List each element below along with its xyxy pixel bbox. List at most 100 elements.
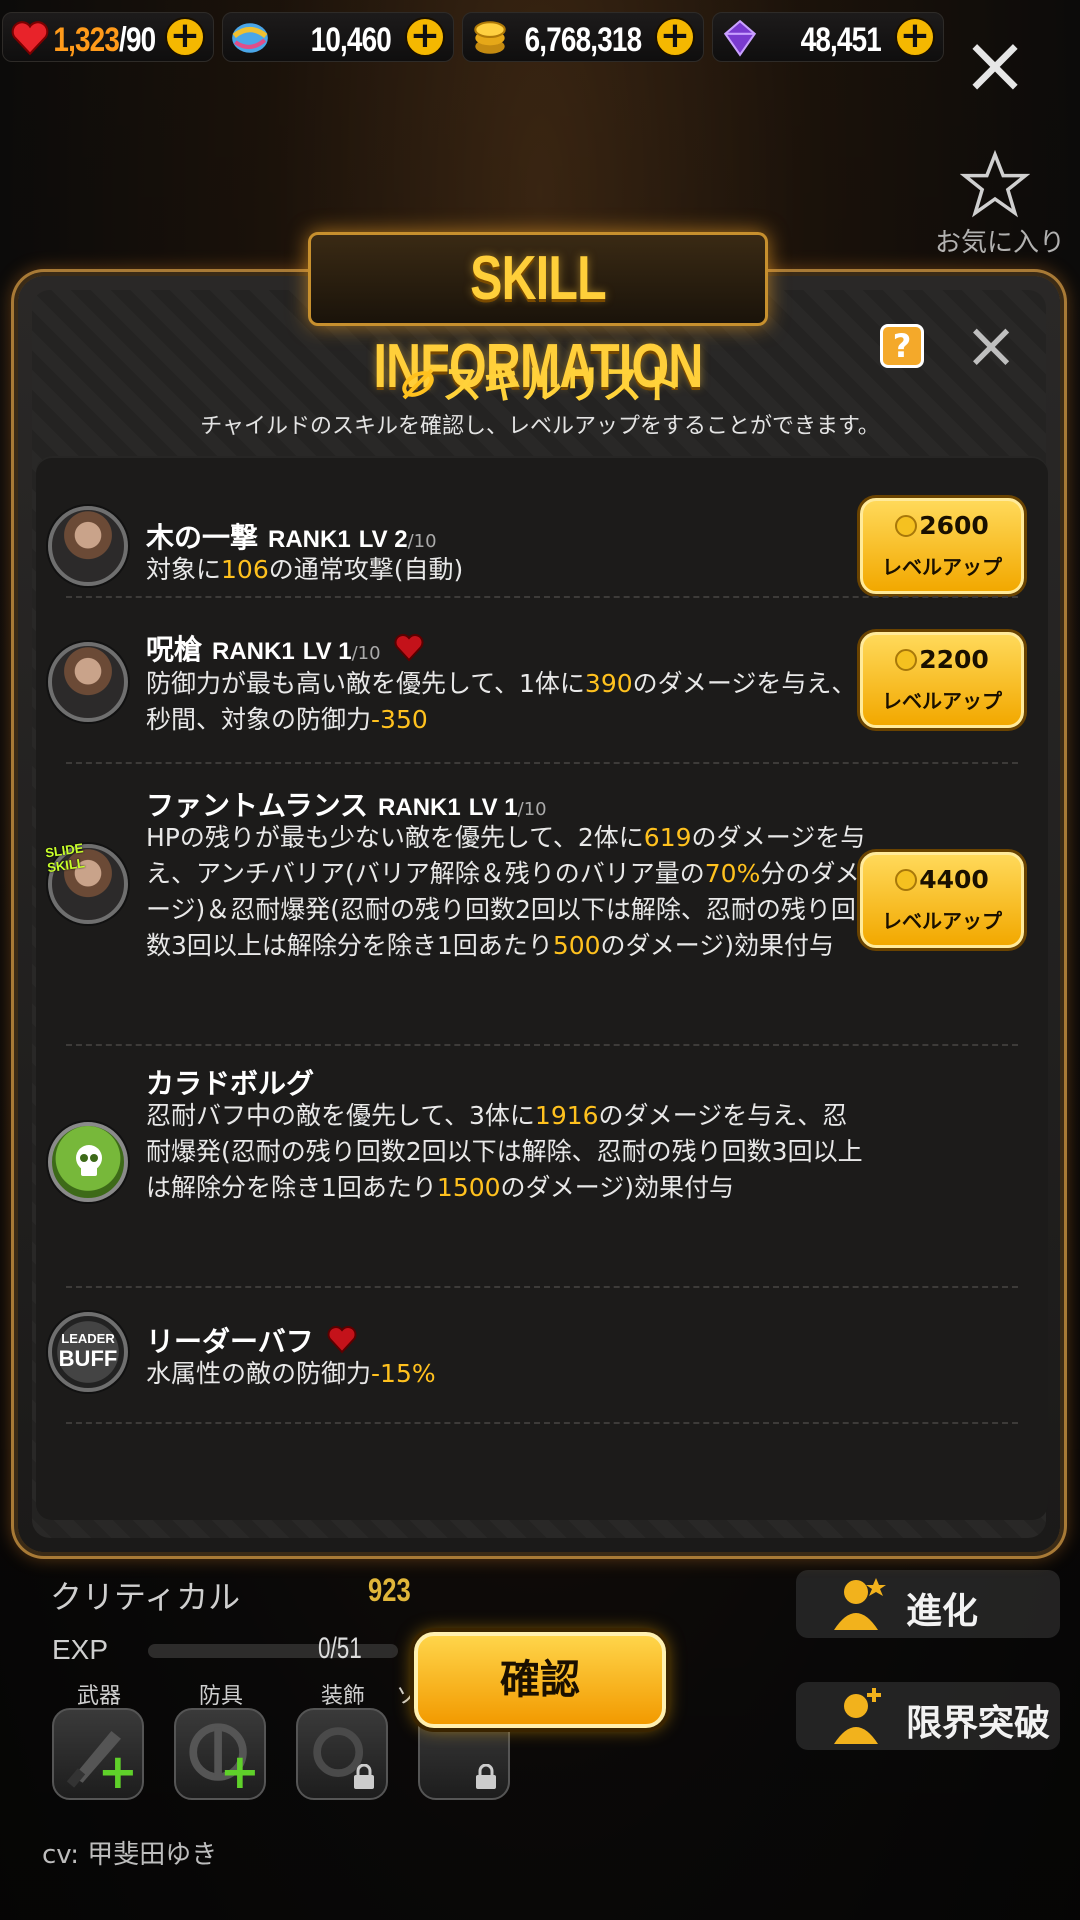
skill-rank: RANK1 bbox=[378, 794, 461, 821]
skill-level-max: /10 bbox=[351, 643, 381, 664]
coin-icon bbox=[895, 649, 918, 671]
stamina-value: 1,323 bbox=[53, 21, 119, 59]
crystal-counter: 48,451 + bbox=[712, 12, 944, 62]
weapon-slot[interactable]: + bbox=[52, 1708, 144, 1800]
divider bbox=[66, 1044, 1018, 1046]
add-gold-button[interactable]: + bbox=[655, 17, 695, 57]
skill-row: 呪槍 RANK1 LV 1/10 防御力が最も高い敵を優先して、1体に390のダメー… bbox=[36, 606, 1048, 756]
crystal-value: 48,451 bbox=[800, 21, 882, 59]
purple-crystal-icon bbox=[723, 19, 757, 57]
equip-label-weapon: 武器 bbox=[76, 1684, 121, 1709]
leader-text: LEADER bbox=[61, 1331, 115, 1346]
skill-rank: RANK1 bbox=[268, 526, 351, 553]
skill-rank: RANK1 bbox=[212, 638, 295, 665]
character-avatar bbox=[48, 506, 128, 586]
skill-list-description: チャイルドのスキルを確認し、レベルアップをすることができます。 bbox=[200, 414, 880, 439]
skill-emblem-icon bbox=[402, 368, 434, 400]
coin-icon bbox=[895, 869, 918, 891]
character-plus-icon bbox=[834, 1688, 881, 1744]
skill-description: 防御力が最も高い敵を優先して、1体に390のダメージを与え、8秒間、対象の防御力… bbox=[146, 669, 872, 734]
heart-icon bbox=[11, 21, 49, 56]
divider bbox=[66, 596, 1018, 598]
heart-attribute-icon bbox=[394, 634, 424, 662]
rainbow-gem-icon bbox=[232, 23, 268, 53]
level-up-button[interactable]: 2600 レベルアップ bbox=[860, 498, 1024, 594]
skill-description: 水属性の敵の防御力-15% bbox=[146, 1359, 436, 1388]
skill-name: 呪槍 bbox=[146, 633, 203, 666]
skill-level-max: /10 bbox=[517, 799, 547, 820]
equip-label-armor: 防具 bbox=[198, 1684, 243, 1709]
evolve-label: 進化 bbox=[906, 1591, 979, 1632]
add-gems-button[interactable]: + bbox=[405, 17, 445, 57]
limit-break-label: 限界突破 bbox=[906, 1703, 1051, 1744]
skill-level: LV 2 bbox=[358, 526, 408, 553]
critical-label: クリティカル bbox=[50, 1578, 241, 1616]
leader-buff-avatar: LEADER BUFF bbox=[48, 1312, 128, 1392]
close-screen-icon[interactable]: × bbox=[960, 25, 1030, 105]
skull-icon bbox=[76, 1145, 102, 1176]
gold-value: 6,768,318 bbox=[524, 21, 641, 59]
skill-list-title: スキルリスト bbox=[442, 362, 682, 408]
add-stamina-button[interactable]: + bbox=[165, 17, 205, 57]
level-up-label: レベルアップ bbox=[882, 909, 1002, 933]
skill-level: LV 1 bbox=[468, 794, 518, 821]
add-crystals-button[interactable]: + bbox=[895, 17, 935, 57]
level-up-button[interactable]: 4400 レベルアップ bbox=[860, 852, 1024, 948]
add-weapon-icon: + bbox=[97, 1744, 138, 1800]
skill-level: LV 1 bbox=[302, 638, 352, 665]
armor-slot[interactable]: + bbox=[174, 1708, 266, 1800]
skill-avatar bbox=[48, 1122, 128, 1202]
dialog-title-plate: SKILL INFORMATION bbox=[308, 232, 768, 401]
skill-row: LEADER BUFF リーダーバフ 水属性の敵の防御力-15% bbox=[36, 1296, 1048, 1416]
stamina-counter: 1,323/90 + bbox=[2, 12, 214, 62]
limit-break-button[interactable]: 限界突破 bbox=[796, 1682, 1060, 1750]
stamina-max: /90 bbox=[118, 21, 156, 59]
level-up-label: レベルアップ bbox=[882, 689, 1002, 713]
gold-coins-icon bbox=[474, 21, 506, 54]
skill-level-max: /10 bbox=[407, 531, 437, 552]
currency-bar: 1,323/90 + 10,460 + 6,768,318 + 48,451 + bbox=[0, 8, 950, 64]
gem-value: 10,460 bbox=[310, 21, 392, 59]
critical-value: 923 bbox=[368, 1572, 411, 1608]
character-avatar bbox=[48, 642, 128, 722]
level-up-cost: 2200 bbox=[919, 645, 989, 674]
skill-row: 木の一撃 RANK1 LV 2/10 対象に106の通常攻撃(自動) 2600 レベ… bbox=[36, 476, 1048, 606]
gold-counter: 6,768,318 + bbox=[462, 12, 704, 62]
level-up-button[interactable]: 2200 レベルアップ bbox=[860, 632, 1024, 728]
skill-list[interactable]: 木の一撃 RANK1 LV 2/10 対象に106の通常攻撃(自動) 2600 レベ… bbox=[36, 456, 1048, 1520]
buff-text: BUFF bbox=[58, 1346, 118, 1371]
character-upgrade-icon bbox=[834, 1578, 886, 1630]
lock-icon bbox=[354, 1764, 374, 1789]
level-up-cost: 2600 bbox=[919, 511, 989, 540]
skill-name: リーダーバフ bbox=[146, 1325, 314, 1358]
divider bbox=[66, 1422, 1018, 1424]
skill-row: SLIDE SKILL ファントムランス RANK1 LV 1/10 HPの残りが最… bbox=[36, 772, 1048, 992]
skill-description: 忍耐バフ中の敵を優先して、3体に1916のダメージを与え、忍耐爆発(忍耐の残り回… bbox=[146, 1101, 863, 1202]
heart-attribute-icon bbox=[327, 1326, 357, 1354]
favorite-label: お気に入り bbox=[934, 228, 1065, 258]
accessory-slot[interactable] bbox=[296, 1708, 388, 1800]
skill-row: カラドボルグ 忍耐バフ中の敵を優先して、3体に1916のダメージを与え、忍耐爆発… bbox=[36, 1056, 1048, 1246]
dialog-title: SKILL INFORMATION bbox=[373, 244, 703, 401]
coin-icon bbox=[895, 515, 918, 537]
exp-label: EXP bbox=[52, 1634, 109, 1665]
slide-skill-badge: SLIDE SKILL bbox=[44, 840, 86, 876]
divider bbox=[66, 1286, 1018, 1288]
level-up-cost: 4400 bbox=[919, 865, 989, 894]
divider bbox=[66, 762, 1018, 764]
skill-description: HPの残りが最も少ない敵を優先して、2体に619のダメージを与え、アンチバリア(… bbox=[146, 823, 866, 960]
exp-value: 0/51 bbox=[318, 1632, 362, 1665]
favorite-star-icon[interactable] bbox=[960, 150, 1030, 220]
confirm-button[interactable]: 確認 bbox=[414, 1632, 666, 1728]
confirm-label: 確認 bbox=[500, 1657, 580, 1703]
voice-actor-credit: cv: 甲斐田ゆき bbox=[42, 1840, 218, 1870]
add-armor-icon: + bbox=[219, 1744, 260, 1800]
skill-name: 木の一撃 bbox=[146, 521, 259, 554]
skill-list-heading: スキルリスト bbox=[0, 352, 1080, 410]
gem-counter: 10,460 + bbox=[222, 12, 454, 62]
skill-description: 対象に106の通常攻撃(自動) bbox=[146, 555, 464, 584]
lock-icon bbox=[476, 1764, 496, 1789]
skill-name: カラドボルグ bbox=[146, 1067, 315, 1100]
character-avatar: SLIDE SKILL bbox=[44, 840, 128, 924]
evolve-button[interactable]: 進化 bbox=[796, 1570, 1060, 1638]
